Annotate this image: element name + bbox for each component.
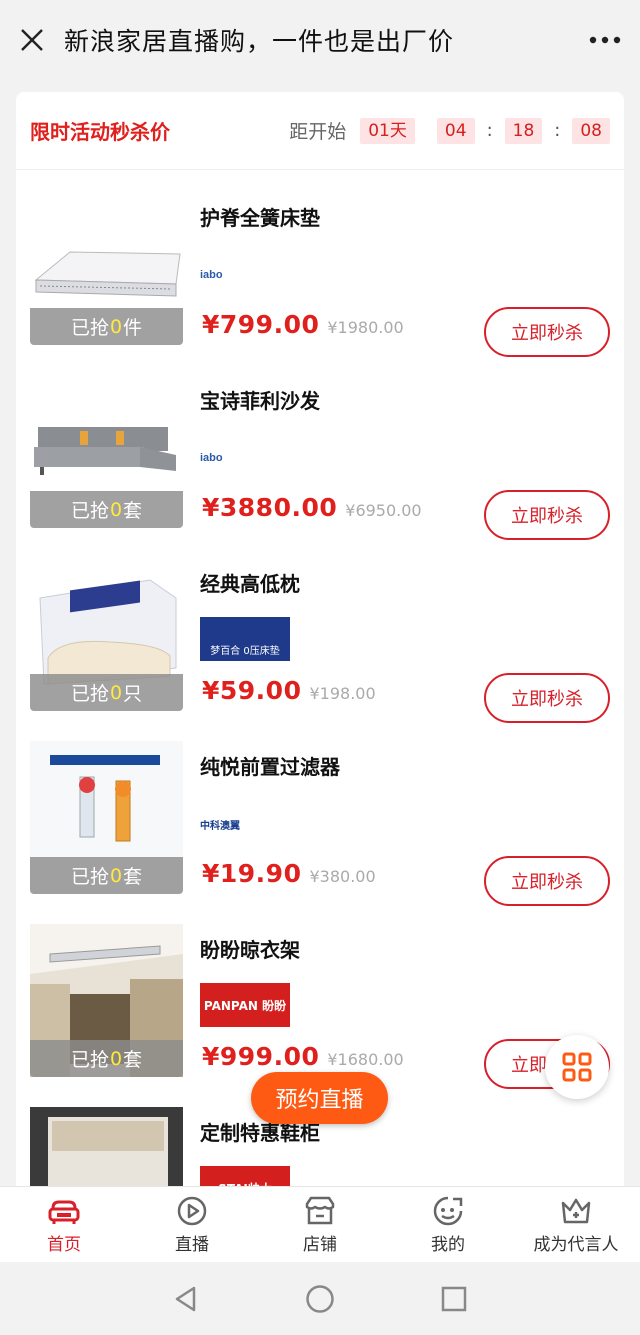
product-name[interactable]: 盼盼晾衣架 — [200, 934, 300, 963]
countdown: 距开始 01天 : 04 : 18 : 08 — [289, 117, 610, 144]
product-price: ¥999.00 ¥1680.00 — [202, 1042, 404, 1071]
countdown-separator: : — [486, 120, 493, 141]
reserve-live-button[interactable]: 预约直播 — [251, 1072, 388, 1124]
product-image-mattress[interactable]: 已抢 0 件 — [30, 192, 183, 345]
top-bar: 新浪家居直播购，一件也是出厂价 — [0, 0, 640, 80]
product-item[interactable]: 已抢 0 套 宝诗菲利沙发 iabo ¥3880.00 ¥6950.00 立即秒杀 — [30, 375, 610, 540]
original-price: ¥198.00 — [309, 684, 376, 703]
product-name[interactable]: 纯悦前置过滤器 — [200, 751, 340, 780]
flash-buy-button[interactable]: 立即秒杀 — [484, 673, 610, 723]
flash-buy-button[interactable]: 立即秒杀 — [484, 490, 610, 540]
sold-count: 已抢 0 件 — [30, 308, 183, 345]
countdown-seconds: 08 — [572, 117, 610, 144]
close-icon[interactable] — [0, 0, 64, 80]
product-image-pillow[interactable]: 已抢 0 只 — [30, 558, 183, 711]
sold-count: 已抢 0 套 — [30, 857, 183, 894]
product-name[interactable]: 护脊全簧床垫 — [200, 202, 320, 231]
countdown-minutes: 18 — [504, 117, 543, 144]
tab-live[interactable]: 直播 — [128, 1187, 256, 1262]
brand-logo: PANPAN 盼盼 — [200, 982, 290, 1028]
face-icon — [433, 1196, 463, 1226]
product-image-filter[interactable]: 已抢 0 套 — [30, 741, 183, 894]
tab-ambassador[interactable]: 成为代言人 — [512, 1187, 640, 1262]
product-item[interactable]: 已抢0套 盼盼晾衣架 PANPAN 盼盼 ¥999.00¥1680.00 立即秒… — [30, 924, 610, 1089]
sold-count: 已抢 0 只 — [30, 674, 183, 711]
system-nav-bar — [0, 1262, 640, 1335]
product-item[interactable]: 已抢 0 只 经典高低枕 梦百合 0压床垫 ¥59.00 ¥198.00 立即秒杀 — [30, 558, 610, 723]
flash-buy-button[interactable]: 立即秒杀 — [484, 307, 610, 357]
original-price: ¥1680.00 — [327, 1050, 404, 1069]
brand-logo: iabo — [200, 269, 223, 281]
countdown-separator: : — [554, 120, 561, 141]
tab-home[interactable]: 首页 — [0, 1187, 128, 1262]
store-icon — [305, 1196, 335, 1225]
sofa-icon — [48, 1200, 80, 1224]
product-price: ¥799.00 ¥1980.00 — [202, 310, 404, 339]
product-name[interactable]: 经典高低枕 — [200, 568, 300, 597]
more-icon[interactable] — [570, 0, 640, 80]
product-item[interactable]: 已抢 0 套 纯悦前置过滤器 中科澳翼 ¥19.90 ¥380.00 立即秒杀 — [30, 741, 610, 906]
countdown-hours: 04 — [436, 117, 475, 144]
product-image-sofa[interactable]: 已抢 0 套 — [30, 375, 183, 528]
grid-menu-button[interactable] — [545, 1035, 609, 1099]
tab-mine[interactable]: 我的 — [384, 1187, 512, 1262]
product-image-drying-rack[interactable]: 已抢 0 套 — [30, 924, 183, 1077]
crown-icon — [561, 1198, 591, 1224]
sold-count: 已抢 0 套 — [30, 1040, 183, 1077]
tab-store[interactable]: 店铺 — [256, 1187, 384, 1262]
home-icon[interactable] — [305, 1284, 335, 1314]
product-image-shoe-cabinet[interactable] — [30, 1107, 183, 1192]
flash-sale-title: 限时活动秒杀价 — [30, 120, 170, 144]
product-price: ¥19.90 ¥380.00 — [202, 859, 376, 888]
back-icon[interactable] — [172, 1285, 200, 1313]
original-price: ¥6950.00 — [345, 501, 422, 520]
brand-logo: iabo — [200, 452, 223, 464]
flash-sale-header: 限时活动秒杀价 距开始 01天 : 04 : 18 : 08 — [16, 92, 624, 170]
product-price: ¥3880.00 ¥6950.00 — [202, 493, 422, 522]
grid-icon — [562, 1052, 592, 1082]
recent-apps-icon[interactable] — [440, 1285, 468, 1313]
original-price: ¥1980.00 — [327, 318, 404, 337]
sold-count: 已抢 0 套 — [30, 491, 183, 528]
brand-logo: 中科澳翼 — [200, 820, 240, 832]
play-icon — [177, 1196, 207, 1226]
page-title: 新浪家居直播购，一件也是出厂价 — [64, 27, 455, 56]
countdown-label: 距开始 — [289, 121, 347, 143]
bottom-tab-bar: 首页 直播 店铺 我的 成为代言人 — [0, 1186, 640, 1262]
product-name[interactable]: 宝诗菲利沙发 — [200, 385, 320, 414]
product-price: ¥59.00 ¥198.00 — [202, 676, 376, 705]
countdown-days: 01天 — [360, 117, 415, 144]
flash-buy-button[interactable]: 立即秒杀 — [484, 856, 610, 906]
flash-sale-card: 限时活动秒杀价 距开始 01天 : 04 : 18 : 08 已抢0件 护脊全簧… — [16, 92, 624, 1192]
product-item[interactable]: 已抢 0 件 护脊全簧床垫 iabo ¥799.00 ¥1980.00 立即秒杀 — [30, 192, 610, 357]
original-price: ¥380.00 — [309, 867, 376, 886]
brand-logo: 梦百合 0压床垫 — [200, 616, 290, 662]
